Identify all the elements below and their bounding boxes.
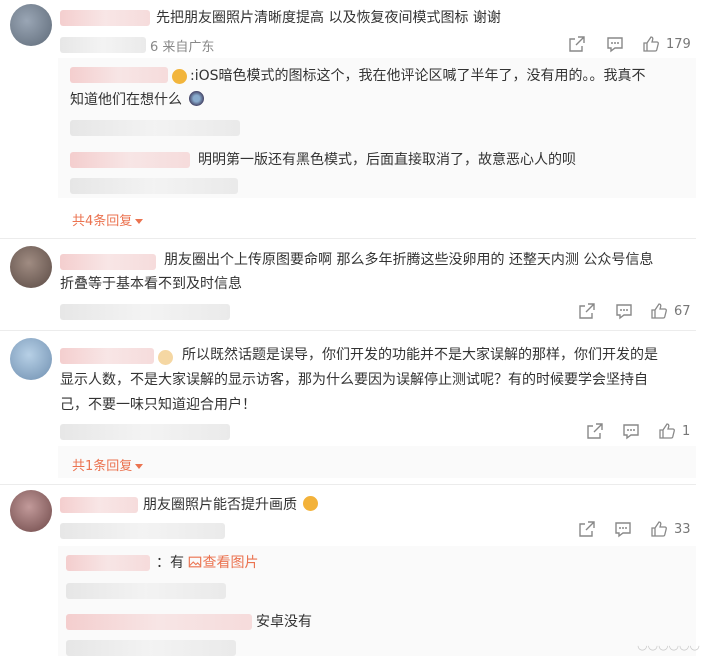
reply-timestamp (70, 120, 240, 136)
comment-text: 显示人数，不是大家误解的显示访客，那为什么要因为误解停止测试呢？有的时候要学会坚… (60, 372, 648, 388)
comment-text: 朋友圈出个上传原图要命啊 那么多年折腾这些没卵用的 还整天内测 公众号信息 (164, 252, 654, 268)
share-icon (578, 520, 596, 538)
crown-emoji-icon (172, 69, 187, 84)
emoji-icon (158, 350, 173, 365)
timestamp (60, 37, 146, 53)
like-button[interactable]: 179 (642, 35, 691, 53)
comment-text: 折叠等于基本看不到及时信息 (60, 276, 242, 292)
reply-username[interactable] (70, 67, 168, 83)
avatar[interactable] (10, 246, 52, 288)
reply-timestamp (66, 640, 236, 656)
more-replies-link[interactable]: 共1条回复 (72, 455, 144, 474)
laugh-emoji-icon (303, 496, 319, 511)
comment-button[interactable] (615, 302, 633, 320)
chevron-down-icon (135, 464, 144, 469)
like-icon (650, 520, 668, 538)
divider (0, 484, 696, 485)
like-count: 1 (682, 423, 691, 439)
reply-username[interactable] (66, 614, 252, 630)
share-icon (586, 422, 604, 440)
like-count: 67 (674, 303, 691, 319)
reply-text: ：有 查看图片 (156, 555, 259, 571)
reply-text: 知道他们在想什么 (70, 88, 205, 112)
like-count: 179 (666, 36, 691, 52)
share-button[interactable] (578, 520, 596, 538)
like-button[interactable]: 1 (658, 422, 690, 440)
comment-button[interactable] (614, 520, 632, 538)
reply-timestamp (70, 178, 238, 194)
comment-text: 朋友圈照片能否提升画质 (143, 493, 319, 517)
username[interactable] (60, 254, 156, 270)
username[interactable] (60, 10, 150, 26)
timestamp (60, 304, 230, 320)
watermark: ◡◡◡◡◡◡ (637, 638, 700, 652)
divider (0, 330, 696, 331)
like-icon (650, 302, 668, 320)
timestamp (60, 523, 225, 539)
avatar[interactable] (10, 338, 52, 380)
comment-text: 所以既然话题是误导，你们开发的功能并不是大家误解的那样，你们开发的是 (182, 347, 658, 363)
image-icon (189, 556, 202, 568)
comment-button[interactable] (622, 422, 640, 440)
comment-button[interactable] (606, 35, 624, 53)
timestamp (60, 424, 230, 440)
reply-timestamp (66, 583, 226, 599)
avatar[interactable] (10, 4, 52, 46)
share-icon (578, 302, 596, 320)
comment-icon (615, 302, 633, 320)
divider (0, 238, 696, 239)
comment-text: 先把朋友圈照片清晰度提高 以及恢复夜间模式图标 谢谢 (156, 10, 501, 26)
comment-icon (614, 520, 632, 538)
view-image-link[interactable]: 查看图片 (188, 555, 258, 571)
comment-icon (606, 35, 624, 53)
like-button[interactable]: 67 (650, 302, 691, 320)
more-replies-link[interactable]: 共4条回复 (72, 210, 144, 229)
username[interactable] (60, 348, 154, 364)
like-icon (642, 35, 660, 53)
username[interactable] (60, 497, 138, 513)
reply-username[interactable] (70, 152, 190, 168)
share-button[interactable] (578, 302, 596, 320)
comment-text: 己，不要一味只知道迎合用户！ (60, 397, 256, 413)
like-button[interactable]: 33 (650, 520, 691, 538)
reply-username[interactable] (66, 555, 150, 571)
emoji-icon (189, 91, 205, 106)
reply-text: 明明第一版还有黑色模式，后面直接取消了，故意恶心人的呗 (198, 152, 576, 168)
comment-meta: 6 来自广东 (150, 40, 215, 55)
reply-text: 安卓没有 (256, 614, 312, 630)
like-count: 33 (674, 521, 691, 537)
share-button[interactable] (568, 35, 586, 53)
share-button[interactable] (586, 422, 604, 440)
avatar[interactable] (10, 490, 52, 532)
reply-list (58, 446, 696, 478)
share-icon (568, 35, 586, 53)
reply-text: :iOS暗色模式的图标这个，我在他评论区喊了半年了，没有用的。。我真不 (190, 68, 646, 84)
like-icon (658, 422, 676, 440)
comment-icon (622, 422, 640, 440)
chevron-down-icon (135, 219, 144, 224)
